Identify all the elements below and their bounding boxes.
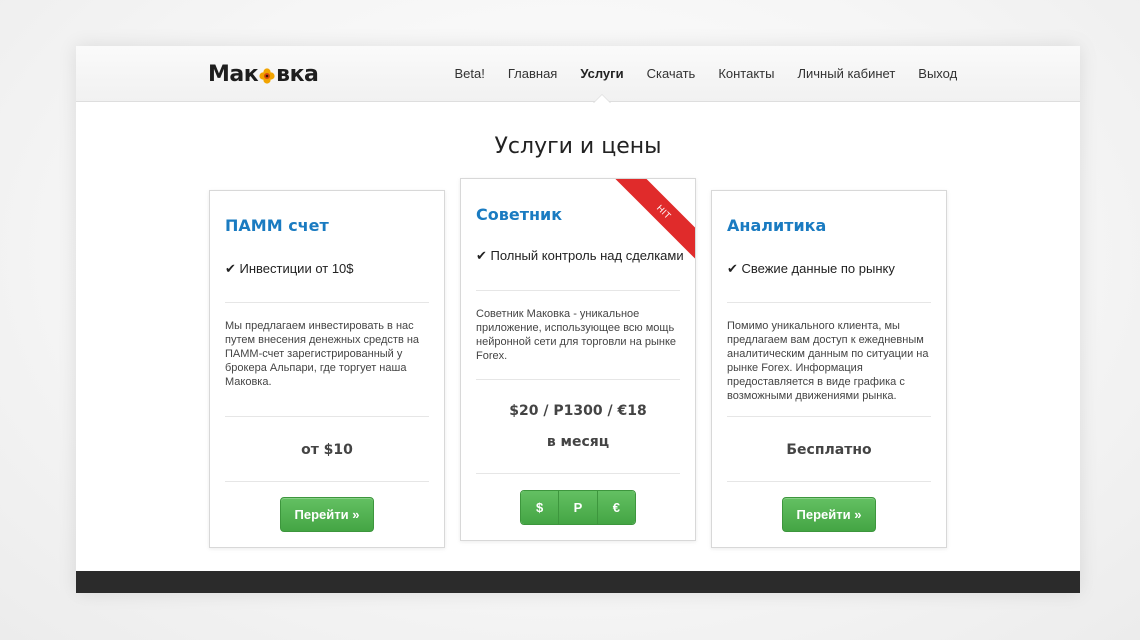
card-price: $20 / Р1300 / €18	[509, 403, 647, 419]
card-price-period: в месяц	[546, 434, 610, 450]
nav-item-home[interactable]: Главная	[496, 46, 568, 102]
card-analytics: Аналитика ✔ Свежие данные по рынку Помим…	[711, 190, 947, 548]
card-feature: ✔ Полный контроль над сделками	[476, 248, 684, 263]
go-button[interactable]: Перейти »	[782, 497, 876, 532]
currency-rub-button[interactable]: Р	[559, 491, 598, 524]
card-description: Помимо уникального клиента, мы предлагае…	[727, 320, 929, 402]
divider	[727, 302, 931, 303]
currency-button-group: $ Р €	[520, 490, 636, 525]
nav-item-account[interactable]: Личный кабинет	[786, 46, 907, 102]
card-title: ПАММ счет	[225, 216, 329, 235]
card-feature: ✔ Инвестиции от 10$	[225, 261, 354, 276]
nav-item-contacts[interactable]: Контакты	[707, 46, 786, 102]
divider	[225, 416, 429, 417]
currency-eur-button[interactable]: €	[597, 491, 635, 524]
card-price: Бесплатно	[786, 442, 872, 458]
divider	[727, 481, 931, 482]
card-description: Советник Маковка - уникальное приложение…	[476, 308, 677, 362]
divider	[476, 473, 680, 474]
card-advisor: HIT Советник ✔ Полный контроль над сделк…	[460, 178, 696, 541]
footer	[76, 571, 1080, 593]
page-title: Услуги и цены	[494, 134, 662, 159]
nav-item-beta[interactable]: Beta!	[443, 46, 496, 102]
navbar: Мак вка Beta! Главная Услуги Скачать Кон…	[76, 46, 1080, 103]
brand-logo[interactable]: Мак вка	[208, 62, 319, 87]
divider	[476, 379, 680, 380]
divider	[225, 302, 429, 303]
go-button[interactable]: Перейти »	[280, 497, 374, 532]
divider	[225, 481, 429, 482]
card-pamm: ПАММ счет ✔ Инвестиции от 10$ Мы предлаг…	[209, 190, 445, 548]
card-price: от $10	[301, 442, 353, 458]
divider	[476, 290, 680, 291]
card-description: Мы предлагаем инвестировать в нас путем …	[225, 320, 420, 388]
card-title: Аналитика	[727, 216, 827, 235]
currency-usd-button[interactable]: $	[521, 491, 560, 524]
poppy-flower-icon	[259, 67, 275, 84]
nav-item-download[interactable]: Скачать	[635, 46, 707, 102]
brand-text-part1: Мак	[208, 62, 259, 87]
card-feature: ✔ Свежие данные по рынку	[727, 261, 895, 276]
page: Мак вка Beta! Главная Услуги Скачать Кон…	[76, 46, 1080, 593]
main-nav: Beta! Главная Услуги Скачать Контакты Ли…	[443, 46, 969, 103]
card-title: Советник	[476, 205, 563, 224]
brand-text-part2: вка	[276, 62, 319, 87]
nav-item-logout[interactable]: Выход	[907, 46, 969, 102]
nav-item-services[interactable]: Услуги	[569, 46, 635, 103]
divider	[727, 416, 931, 417]
